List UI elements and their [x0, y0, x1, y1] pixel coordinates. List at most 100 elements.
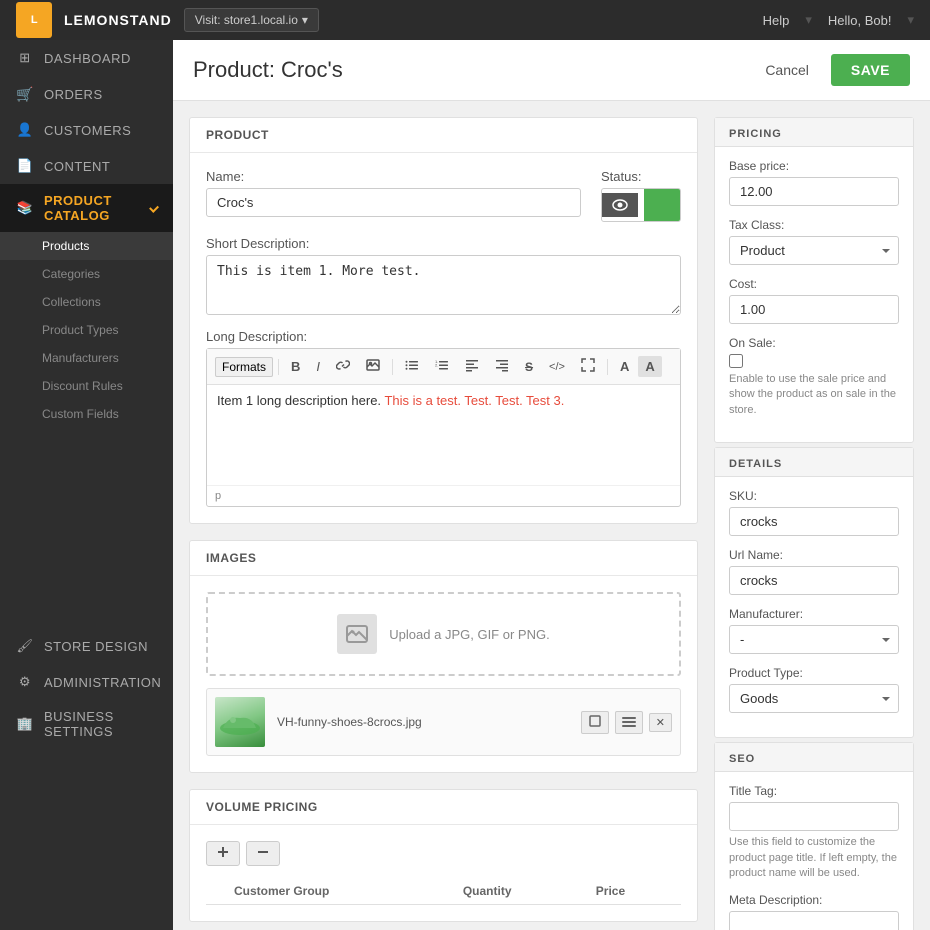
name-input[interactable]: [206, 188, 581, 217]
sidebar-item-dashboard[interactable]: ⊞ DASHBOARD: [0, 40, 173, 76]
tax-class-group: Tax Class: Product Standard Reduced: [729, 218, 899, 265]
sidebar-sub-item-products[interactable]: Products: [0, 232, 173, 260]
sidebar-sub-item-product-types[interactable]: Product Types: [0, 316, 173, 344]
sku-input[interactable]: [729, 507, 899, 536]
sidebar-sub-item-manufacturers[interactable]: Manufacturers: [0, 344, 173, 372]
code-button[interactable]: </>: [542, 358, 572, 376]
strikethrough-button[interactable]: S: [518, 356, 540, 377]
bg-color-button[interactable]: A: [638, 356, 661, 377]
sidebar-sub-item-custom-fields[interactable]: Custom Fields: [0, 400, 173, 428]
url-name-group: Url Name:: [729, 548, 899, 595]
product-type-select[interactable]: Goods Digital Service: [729, 684, 899, 713]
rich-text-editor: Formats B I: [206, 348, 681, 507]
align-left-button[interactable]: [458, 355, 486, 378]
unordered-list-button[interactable]: [398, 355, 426, 378]
image-resize-button[interactable]: [581, 711, 609, 734]
editor-toolbar: Formats B I: [207, 349, 680, 385]
bold-button[interactable]: B: [284, 356, 307, 377]
manufacturer-select[interactable]: - Nike Adidas: [729, 625, 899, 654]
product-type-label: Product Type:: [729, 666, 899, 680]
sidebar-sub-menu: Products Categories Collections Product …: [0, 232, 173, 428]
page-header: Product: Croc's Cancel SAVE: [173, 40, 930, 101]
sidebar-sub-item-discount-rules[interactable]: Discount Rules: [0, 372, 173, 400]
image-upload-area[interactable]: Upload a JPG, GIF or PNG.: [206, 592, 681, 676]
tax-class-select-wrapper: Product Standard Reduced: [729, 236, 899, 265]
sidebar-sub-item-categories[interactable]: Categories: [0, 260, 173, 288]
status-toggle[interactable]: [601, 188, 681, 222]
image-insert-button[interactable]: [359, 355, 387, 378]
form-sidebar: PRICING Base price: Tax Class: Product: [714, 117, 914, 930]
fullscreen-button[interactable]: [574, 355, 602, 378]
name-status-row: Name: Status:: [206, 169, 681, 222]
building-icon: 🏢: [16, 715, 34, 733]
image-delete-button[interactable]: ✕: [649, 713, 672, 732]
image-reorder-button[interactable]: [615, 711, 643, 734]
url-name-input[interactable]: [729, 566, 899, 595]
url-name-label: Url Name:: [729, 548, 899, 562]
pricing-panel: PRICING Base price: Tax Class: Product: [714, 117, 914, 443]
sku-group: SKU:: [729, 489, 899, 536]
save-button[interactable]: SAVE: [831, 54, 910, 86]
on-sale-checkbox[interactable]: [729, 354, 743, 368]
details-panel: DETAILS SKU: Url Name: Manufacturer:: [714, 447, 914, 738]
cost-input[interactable]: [729, 295, 899, 324]
help-button[interactable]: Help: [763, 13, 790, 28]
user-menu-button[interactable]: Hello, Bob!: [828, 13, 892, 28]
remove-pricing-row-button[interactable]: [246, 841, 280, 866]
volume-pricing-body: Customer Group Quantity Price: [190, 825, 697, 921]
volume-pricing-card: Volume Pricing: [189, 789, 698, 922]
product-card-header: Product: [190, 118, 697, 153]
add-pricing-row-button[interactable]: [206, 841, 240, 866]
base-price-input[interactable]: [729, 177, 899, 206]
sidebar-sub-item-collections[interactable]: Collections: [0, 288, 173, 316]
cost-group: Cost:: [729, 277, 899, 324]
page-title: Product: Croc's: [193, 57, 343, 83]
link-button[interactable]: [329, 355, 357, 378]
formats-dropdown[interactable]: Formats: [215, 357, 273, 377]
ordered-list-button[interactable]: 1.2.: [428, 355, 456, 378]
sidebar-item-content[interactable]: 📄 CONTENT: [0, 148, 173, 184]
details-panel-title: DETAILS: [715, 448, 913, 477]
chevron-down-icon: ▾: [302, 13, 308, 27]
toolbar-separator: [392, 359, 393, 375]
visit-store-button[interactable]: Visit: store1.local.io ▾: [184, 8, 319, 32]
cancel-button[interactable]: Cancel: [753, 56, 821, 84]
seo-panel-body: Title Tag: Use this field to customize t…: [715, 772, 913, 930]
seo-panel: SEO Title Tag: Use this field to customi…: [714, 742, 914, 930]
base-price-label: Base price:: [729, 159, 899, 173]
image-filename: VH-funny-shoes-8crocs.jpg: [277, 715, 569, 729]
title-tag-input[interactable]: [729, 802, 899, 831]
manufacturer-select-wrapper: - Nike Adidas: [729, 625, 899, 654]
sidebar-item-administration[interactable]: ⚙ ADMINISTRATION: [0, 664, 173, 700]
customers-icon: 👤: [16, 121, 34, 139]
cart-icon: 🛒: [16, 85, 34, 103]
images-card-header: Images: [190, 541, 697, 576]
italic-button[interactable]: I: [309, 356, 327, 377]
main-layout: ⊞ DASHBOARD 🛒 ORDERS 👤 CUSTOMERS 📄 CONTE…: [0, 40, 930, 930]
tax-class-select[interactable]: Product Standard Reduced: [729, 236, 899, 265]
font-color-button[interactable]: A: [613, 356, 636, 377]
on-sale-checkbox-row: [729, 354, 899, 368]
meta-desc-input[interactable]: [729, 911, 899, 930]
content-icon: 📄: [16, 157, 34, 175]
logo: L: [16, 2, 52, 38]
sidebar-item-store-design[interactable]: 🖌 STORE DESIGN: [0, 628, 173, 664]
col-price: Price: [588, 878, 681, 905]
editor-footer: p: [207, 485, 680, 506]
align-right-button[interactable]: [488, 355, 516, 378]
top-bar-left: L LEMONSTAND Visit: store1.local.io ▾: [16, 2, 319, 38]
editor-text-highlight: This is a test. Test. Test. Test 3.: [384, 393, 564, 408]
editor-body[interactable]: Item 1 long description here. This is a …: [207, 385, 680, 485]
name-label: Name:: [206, 169, 581, 184]
short-desc-input[interactable]: This is item 1. More test.: [206, 255, 681, 315]
details-panel-body: SKU: Url Name: Manufacturer: -: [715, 477, 913, 737]
meta-desc-group: Meta Description:: [729, 893, 899, 930]
sidebar-item-customers[interactable]: 👤 CUSTOMERS: [0, 112, 173, 148]
sidebar-item-orders[interactable]: 🛒 ORDERS: [0, 76, 173, 112]
col-quantity: Quantity: [455, 878, 588, 905]
image-thumbnail: [215, 697, 265, 747]
tax-class-label: Tax Class:: [729, 218, 899, 232]
sidebar-item-product-catalog[interactable]: 📚 PRODUCT CATALOG: [0, 184, 173, 232]
sidebar-item-business-settings[interactable]: 🏢 BUSINESS SETTINGS: [0, 700, 173, 748]
cost-label: Cost:: [729, 277, 899, 291]
